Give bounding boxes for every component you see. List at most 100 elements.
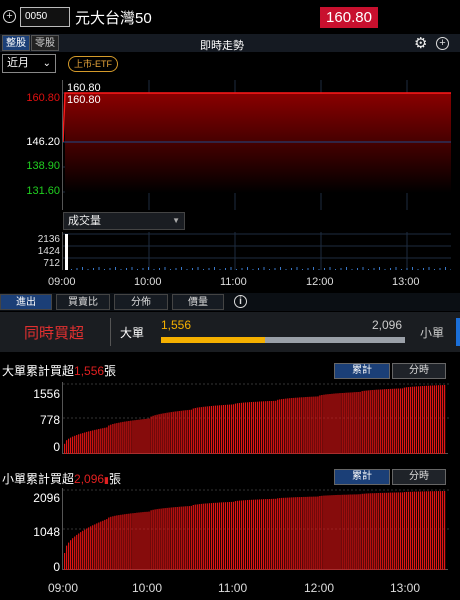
add-icon[interactable]: + [3, 10, 16, 23]
indicator-select[interactable]: 成交量 ▼ [63, 212, 185, 230]
big-order-bar [110, 424, 112, 454]
big-order-bar [423, 385, 426, 454]
small-order-bar [116, 515, 118, 570]
small-order-bar [407, 491, 409, 570]
volume-bar [164, 267, 166, 270]
volume-label-1: 2136 [37, 234, 60, 245]
indicator-select-value: 成交量 [68, 215, 101, 227]
small-order-bar [82, 530, 84, 570]
big-order-bar [114, 423, 116, 454]
tab-whole-shares[interactable]: 整股 [2, 35, 30, 51]
big-order-bar [267, 401, 269, 454]
small-order-bar [271, 498, 273, 570]
small-order-bar [208, 503, 210, 570]
volume-price-button[interactable]: 價量 [172, 294, 224, 310]
volume-bar [203, 269, 204, 270]
small-order-bar [214, 502, 216, 570]
big-order-bar [180, 410, 182, 454]
big-order-bar [128, 421, 130, 454]
small-order-bar [295, 497, 297, 570]
gear-icon[interactable]: ⚙ [414, 34, 427, 52]
big-order-bar [409, 386, 411, 454]
small-cumulative-tab[interactable]: 累計 [334, 469, 390, 485]
volume-bar [379, 267, 380, 270]
big-order-bar [353, 392, 355, 454]
price-label-high: 160.80 [26, 92, 60, 104]
tab-odd-lot[interactable]: 零股 [31, 35, 59, 51]
big-order-bar [438, 385, 440, 454]
small-order-bar [174, 507, 176, 570]
big-order-bar [309, 396, 311, 454]
small-order-bar [244, 500, 247, 570]
stock-code-input[interactable]: 0050 [20, 7, 70, 27]
small-order-bar [275, 498, 277, 570]
small-order-bar [202, 503, 204, 570]
stock-name: 元大台灣50 [75, 10, 152, 27]
big-order-bar [242, 402, 245, 454]
big-order-bar [140, 419, 142, 454]
big-order-bar [361, 391, 363, 454]
small-order-bar [234, 501, 237, 570]
big-order-bar [70, 437, 72, 454]
big-order-bar [224, 404, 226, 454]
in-out-button[interactable]: 進出 [0, 294, 52, 310]
volume-label-2: 1424 [37, 246, 60, 257]
big-period-tab[interactable]: 分時 [392, 363, 446, 379]
small-period-tab[interactable]: 分時 [392, 469, 446, 485]
small-order-bar [160, 508, 162, 570]
small-order-bar [413, 491, 415, 570]
small-chart-title-prefix: 小單累計買超 [2, 472, 75, 486]
big-order-bar [442, 385, 444, 454]
big-order-bar [253, 401, 255, 454]
small-order-bar [168, 507, 170, 570]
big-order-bar [206, 406, 208, 454]
small-order-bar [236, 500, 239, 570]
small-order-bar [369, 493, 371, 570]
big-chart-title-suffix: 張 [104, 364, 117, 378]
small-order-bar [337, 494, 339, 570]
small-order-bar [78, 533, 80, 570]
volume-bar [93, 268, 94, 270]
small-order-bar [190, 505, 192, 570]
big-order-bar [347, 392, 349, 454]
volume-bar [302, 269, 303, 270]
big-order-bar [192, 408, 194, 454]
big-order-bar [138, 419, 140, 454]
big-order-bar [118, 422, 120, 454]
small-order-bar [172, 507, 174, 570]
big-order-bar [236, 403, 239, 454]
small-order-bar [196, 504, 198, 570]
small-order-bar [224, 502, 226, 570]
scrollbar[interactable] [456, 318, 460, 346]
small-order-bar [218, 502, 220, 570]
add-panel-icon[interactable]: + [436, 37, 449, 50]
period-select[interactable]: 近月 ⌄ [2, 54, 56, 73]
big-order-bar [417, 386, 420, 454]
big-order-bar [172, 411, 174, 454]
volume-chart [62, 232, 452, 270]
small-order-bar [431, 491, 434, 570]
big-order-bar [96, 429, 98, 454]
small-order-bar [140, 512, 142, 570]
big-order-bar [100, 428, 102, 454]
small-chart-title: 小單累計買超2,096▮張 [2, 470, 121, 487]
big-order-bar [345, 392, 347, 454]
small-order-bar [297, 497, 299, 570]
buy-sell-ratio-button[interactable]: 買賣比 [56, 294, 110, 310]
volume-bar [357, 268, 358, 270]
small-order-bar [120, 514, 122, 570]
big-order-bar [405, 387, 407, 454]
small-order-bar [357, 494, 359, 570]
big-order-bar [196, 407, 198, 454]
small-order-bar [228, 502, 231, 570]
big-order-bar [160, 413, 162, 454]
big-cumulative-tab[interactable]: 累計 [334, 363, 390, 379]
small-order-bar [102, 520, 104, 570]
big-order-bar [84, 432, 86, 454]
big-order-bar [249, 402, 251, 454]
small-order-bar [220, 502, 222, 570]
distribution-button[interactable]: 分佈 [114, 294, 168, 310]
big-order-bar [90, 430, 92, 454]
info-icon[interactable]: i [234, 295, 247, 308]
small-order-bar [283, 497, 285, 570]
